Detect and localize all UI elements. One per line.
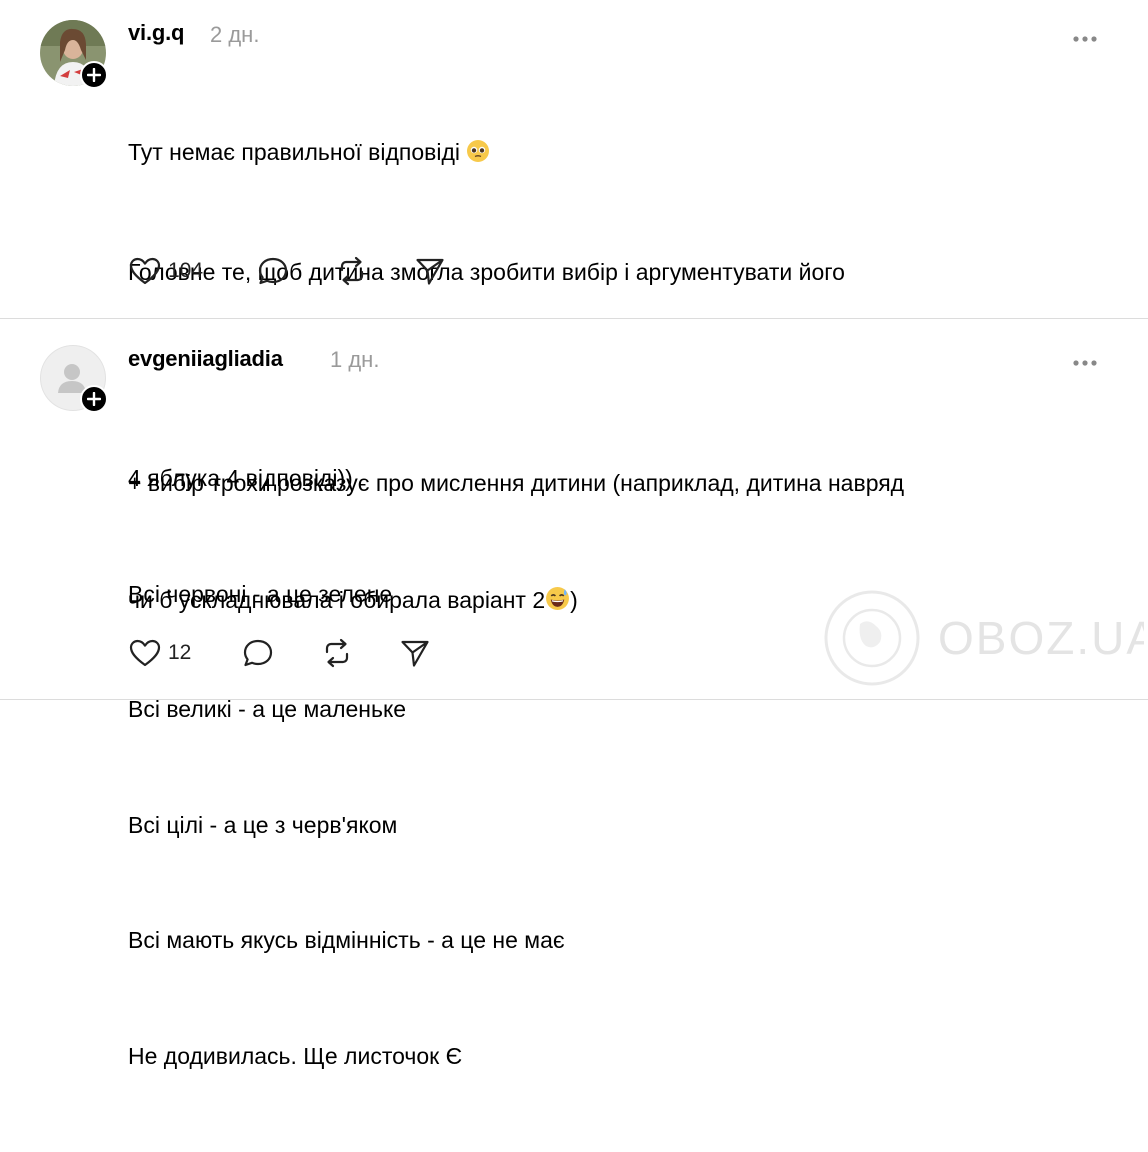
send-icon: [416, 258, 444, 285]
like-button[interactable]: 12: [128, 637, 191, 669]
text-line: Всі червоні - а це зелене: [128, 580, 393, 607]
text-line: Тут немає правильної відповіді: [128, 133, 904, 175]
like-count: 104: [168, 259, 204, 282]
share-button[interactable]: [399, 637, 431, 669]
watermark-text: OBOZ.UA: [938, 612, 1144, 664]
post-text: 4 яблука 4 відповіді)) Всі червоні - а ц…: [128, 382, 565, 1152]
watermark: OBOZ.UA: [824, 588, 1148, 688]
heart-icon: [129, 257, 161, 285]
divider: [0, 699, 1148, 700]
heart-icon: [129, 639, 161, 667]
more-options-icon[interactable]: [1072, 30, 1098, 42]
repost-icon: [340, 256, 364, 286]
repost-button[interactable]: [336, 255, 368, 287]
text-line: Не додивилась. Ще листочок Є: [128, 1042, 463, 1069]
comment-post: vi.g.q 2 дн. Тут немає правильної відпов…: [0, 0, 1148, 613]
pleading-face-icon: [466, 136, 490, 175]
share-button[interactable]: [414, 255, 446, 287]
comment-icon: [258, 257, 288, 285]
username[interactable]: vi.g.q: [128, 20, 184, 46]
follow-plus-icon[interactable]: [80, 61, 108, 89]
post-actions: 104: [128, 255, 458, 287]
like-button[interactable]: 104: [128, 255, 203, 287]
repost-button[interactable]: [321, 637, 353, 669]
reply-button[interactable]: [241, 637, 275, 669]
repost-icon: [325, 638, 349, 668]
text-line: Всі цілі - а це з черв'яком: [128, 811, 398, 838]
text-line: 4 яблука 4 відповіді)): [128, 465, 353, 491]
text-line: Всі великі - а це маленьке: [128, 696, 407, 722]
post-actions: 12: [128, 637, 438, 669]
username[interactable]: evgeniiagliadia: [128, 346, 283, 372]
follow-plus-icon[interactable]: [80, 385, 108, 413]
text-line: Всі мають якусь відмінність - а це не ма…: [128, 927, 565, 953]
comment-icon: [243, 639, 273, 667]
send-icon: [401, 640, 429, 667]
timestamp: 2 дн.: [210, 22, 260, 47]
globe-icon: [824, 590, 920, 686]
timestamp: 1 дн.: [330, 347, 380, 372]
more-options-icon[interactable]: [1072, 354, 1098, 366]
reply-button[interactable]: [256, 255, 290, 287]
like-count: 12: [168, 641, 192, 664]
